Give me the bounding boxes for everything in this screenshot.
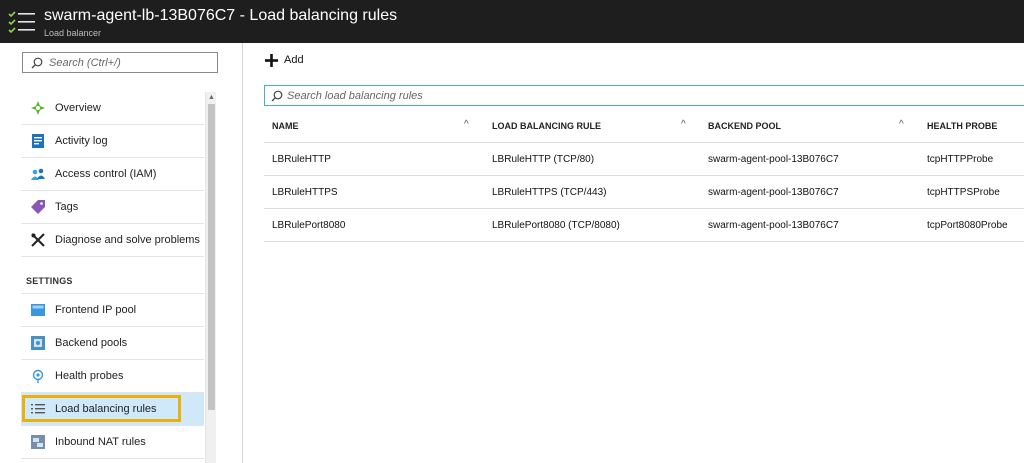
sidebar-item-label: Frontend IP pool [55, 304, 137, 316]
table-row[interactable]: LBRuleHTTPS LBRuleHTTPS (TCP/443) swarm-… [264, 176, 1024, 209]
scroll-thumb[interactable] [208, 104, 215, 410]
main-content: Add NAME ^ LOAD BALANCING RULE ^ BACKEND… [244, 43, 1024, 463]
sort-up-icon[interactable]: ^ [899, 119, 904, 130]
table-row[interactable]: LBRuleHTTP LBRuleHTTP (TCP/80) swarm-age… [264, 143, 1024, 176]
overview-icon [31, 101, 45, 115]
add-button[interactable]: Add [265, 52, 304, 68]
sidebar-item-label: Overview [55, 102, 101, 114]
list-icon [31, 402, 45, 416]
health-probe-icon [31, 369, 45, 383]
table-header-row: NAME ^ LOAD BALANCING RULE ^ BACKEND POO… [264, 109, 1024, 143]
sidebar-item-label: Activity log [55, 135, 108, 147]
page-subtitle: Load balancer [44, 28, 102, 38]
search-icon [271, 90, 283, 102]
sort-up-icon[interactable]: ^ [464, 119, 469, 130]
menu-checklist-icon[interactable] [8, 9, 36, 35]
column-header-rule[interactable]: LOAD BALANCING RULE [492, 109, 601, 142]
cell-rule: LBRuleHTTPS (TCP/443) [492, 186, 607, 198]
cell-name: LBRuleHTTP [272, 153, 331, 165]
table-row[interactable]: LBRulePort8080 LBRulePort8080 (TCP/8080)… [264, 209, 1024, 242]
sidebar-item-load-balancing-rules[interactable]: Load balancing rules [21, 393, 204, 426]
add-button-label: Add [284, 54, 304, 66]
cell-backend-pool: swarm-agent-pool-13B076C7 [708, 153, 839, 165]
column-header-name[interactable]: NAME [272, 109, 299, 142]
column-header-backend-pool[interactable]: BACKEND POOL [708, 109, 781, 142]
sidebar-item-tags[interactable]: Tags [21, 191, 204, 224]
rules-table: NAME ^ LOAD BALANCING RULE ^ BACKEND POO… [264, 109, 1024, 242]
sidebar-item-diagnose[interactable]: Diagnose and solve problems [21, 224, 204, 257]
cell-name: LBRulePort8080 [272, 219, 346, 231]
cell-backend-pool: swarm-agent-pool-13B076C7 [708, 219, 839, 231]
cell-health-probe: tcpHTTPProbe [927, 153, 994, 165]
menu-list: Overview Activity log Access control (IA… [21, 92, 204, 459]
sort-up-icon[interactable]: ^ [681, 119, 686, 130]
sidebar-item-inbound-nat-rules[interactable]: Inbound NAT rules [21, 426, 204, 459]
sidebar-item-health-probes[interactable]: Health probes [21, 360, 204, 393]
cell-name: LBRuleHTTPS [272, 186, 338, 198]
resource-menu: Overview Activity log Access control (IA… [0, 43, 243, 463]
wrench-icon [31, 233, 45, 247]
backend-pool-icon [31, 336, 45, 350]
sidebar-item-frontend-ip-pool[interactable]: Frontend IP pool [21, 294, 204, 327]
cell-health-probe: tcpHTTPSProbe [927, 186, 1000, 198]
rules-search-box[interactable] [264, 85, 1024, 106]
menu-search-box[interactable] [22, 52, 218, 73]
sidebar-item-access-control[interactable]: Access control (IAM) [21, 158, 204, 191]
sidebar-item-label: Tags [55, 201, 79, 213]
sidebar-item-label: Inbound NAT rules [55, 436, 146, 448]
cell-backend-pool: swarm-agent-pool-13B076C7 [708, 186, 839, 198]
sidebar-item-backend-pools[interactable]: Backend pools [21, 327, 204, 360]
plus-icon [265, 53, 278, 67]
scroll-up-icon[interactable]: ▲ [206, 92, 217, 103]
tag-icon [31, 200, 45, 214]
rules-search-input[interactable] [287, 88, 987, 103]
cell-rule: LBRulePort8080 (TCP/8080) [492, 219, 620, 231]
menu-scrollbar[interactable]: ▲ [205, 92, 216, 463]
settings-section-header: SETTINGS [21, 257, 204, 294]
column-header-health-probe[interactable]: HEALTH PROBE [927, 109, 997, 142]
sidebar-item-overview[interactable]: Overview [21, 92, 204, 125]
search-icon [31, 57, 43, 69]
access-control-icon [31, 167, 45, 181]
activity-log-icon [31, 134, 45, 148]
sidebar-item-label: Access control (IAM) [55, 168, 157, 180]
sidebar-item-label: Health probes [55, 370, 124, 382]
sidebar-item-activity-log[interactable]: Activity log [21, 125, 204, 158]
nat-rules-icon [31, 435, 45, 449]
sidebar-item-label: Backend pools [55, 337, 128, 349]
cell-rule: LBRuleHTTP (TCP/80) [492, 153, 595, 165]
frontend-ip-icon [31, 303, 45, 317]
cell-health-probe: tcpPort8080Probe [927, 219, 1008, 231]
sidebar-item-label: Diagnose and solve problems [55, 234, 200, 246]
page-title: swarm-agent-lb-13B076C7 - Load balancing… [44, 7, 398, 24]
menu-search-input[interactable] [49, 55, 214, 70]
blade-header: swarm-agent-lb-13B076C7 - Load balancing… [0, 0, 1024, 43]
sidebar-item-label: Load balancing rules [55, 403, 157, 415]
